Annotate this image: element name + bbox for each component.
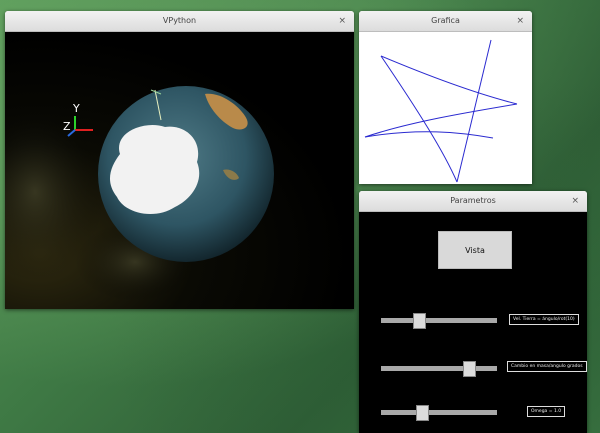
window-title: Parametros	[450, 196, 496, 205]
curve-segment	[364, 131, 494, 139]
slider-label: Vel. Tierra = ángulo/rot(10)	[509, 314, 579, 325]
parameters-panel: Vista Vel. Tierra = ángulo/rot(10) Cambi…	[359, 212, 587, 433]
grafica-window: Grafica ×	[359, 11, 532, 184]
curve-segment	[380, 55, 518, 105]
close-icon[interactable]: ×	[516, 11, 524, 31]
scene-graphic: Y Z	[5, 86, 274, 302]
slider-omega[interactable]	[381, 405, 497, 421]
slider-thumb[interactable]	[416, 405, 429, 421]
close-icon[interactable]: ×	[571, 191, 579, 211]
grafica-titlebar[interactable]: Grafica ×	[359, 11, 532, 32]
window-title: Grafica	[431, 16, 460, 25]
vista-button[interactable]: Vista	[438, 231, 512, 269]
vpython-titlebar[interactable]: VPython ×	[5, 11, 354, 32]
slider-thumb[interactable]	[463, 361, 476, 377]
slider-label: Cambio en masa/angulo grados	[507, 361, 587, 372]
slider-mass-angle[interactable]	[381, 361, 497, 377]
slider-earth-speed[interactable]	[381, 313, 497, 329]
y-axis-label: Y	[72, 102, 80, 115]
parametros-titlebar[interactable]: Parametros ×	[359, 191, 587, 212]
curve-segment	[380, 55, 458, 183]
window-title: VPython	[162, 16, 197, 25]
slider-thumb[interactable]	[413, 313, 426, 329]
close-icon[interactable]: ×	[338, 11, 346, 31]
pentagram-plot	[364, 39, 518, 183]
graph-canvas	[359, 32, 532, 184]
slider-label: Omega = 1.0	[527, 406, 566, 417]
parametros-window: Parametros × Vista Vel. Tierra = ángulo/…	[359, 191, 587, 433]
3d-scene-canvas[interactable]: Y Z	[5, 32, 354, 309]
z-axis-label: Z	[63, 120, 71, 133]
vpython-window: VPython × Y Z	[5, 11, 354, 309]
